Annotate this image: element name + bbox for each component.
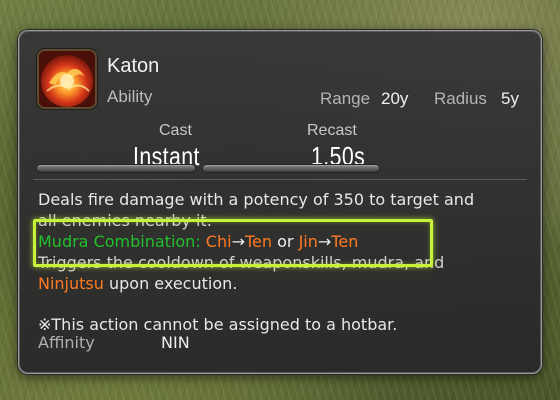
mudra-ten: Ten: [331, 232, 359, 251]
affinity-label: Affinity: [38, 333, 95, 352]
action-tooltip: Katon Ability Range 20y Radius 5y Cast R…: [18, 30, 542, 374]
description-line-4: Triggers the cooldown of weaponskills, m…: [38, 253, 445, 272]
or-text: or: [277, 232, 294, 251]
description-line-5-rest: upon execution.: [108, 274, 238, 293]
arrow-icon: →: [231, 232, 245, 251]
recast-label: Recast: [307, 122, 357, 139]
range-label: Range: [320, 89, 371, 108]
mudra-combination-line: Mudra Combination: Chi→Ten or Jin→Ten: [38, 231, 528, 252]
divider: [33, 179, 527, 180]
katon-fire-icon: [37, 49, 97, 109]
description-line-5: Ninjutsu upon execution.: [38, 273, 528, 294]
description-line-2: all enemies nearby it.: [38, 211, 212, 230]
radius-value: 5y: [501, 89, 519, 108]
cast-bar: [37, 165, 195, 172]
affinity-row: Affinity NIN: [38, 333, 190, 352]
arrow-icon: →: [317, 232, 332, 251]
ninjutsu-keyword: Ninjutsu: [38, 274, 104, 293]
recast-bar: [203, 165, 379, 172]
cast-label: Cast: [159, 122, 192, 139]
range-value: 20y: [381, 89, 409, 108]
action-name: Katon: [107, 55, 160, 77]
hotbar-note: ※This action cannot be assigned to a hot…: [38, 315, 398, 334]
mudra-ten: Ten: [244, 232, 273, 251]
mudra-combination-label: Mudra Combination:: [38, 232, 201, 251]
radius-label: Radius: [434, 89, 487, 108]
description-line-1: Deals fire damage with a potency of 350 …: [38, 190, 475, 209]
mudra-jin: Jin: [298, 232, 318, 251]
affinity-value: NIN: [161, 333, 190, 352]
mudra-chi: Chi: [205, 232, 232, 251]
action-description: Deals fire damage with a potency of 350 …: [38, 189, 528, 335]
action-type: Ability: [107, 87, 153, 106]
